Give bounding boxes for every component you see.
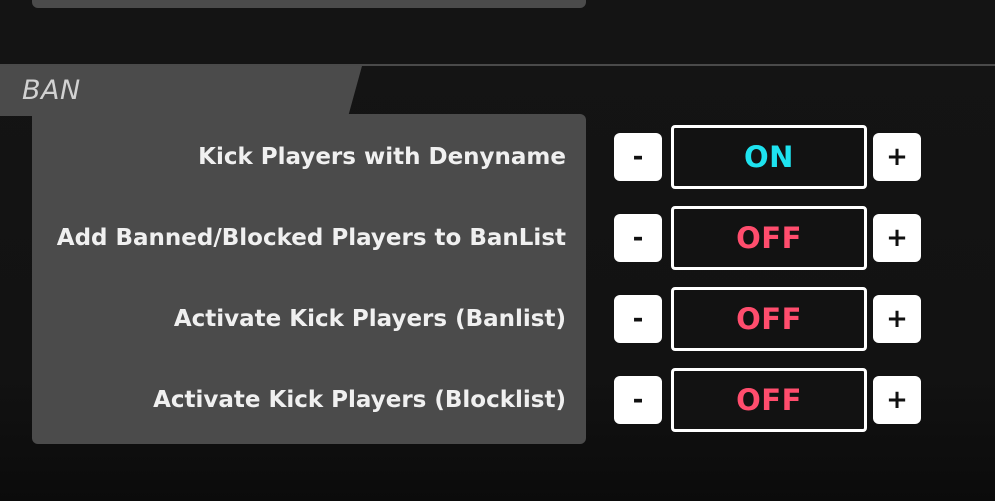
settings-screen: BAN Kick Players with Denyname - ON + Ad… — [0, 0, 995, 501]
setting-value: OFF — [736, 221, 802, 255]
setting-value-box[interactable]: OFF — [671, 287, 867, 351]
section-title: BAN — [22, 75, 81, 106]
setting-label: Activate Kick Players (Banlist) — [173, 306, 566, 332]
plus-icon: + — [886, 385, 908, 415]
setting-row-kick-banlist: Activate Kick Players (Banlist) - OFF + — [0, 287, 995, 351]
decrement-button[interactable]: - — [614, 376, 662, 424]
setting-value-box[interactable]: OFF — [671, 206, 867, 270]
plus-icon: + — [886, 223, 908, 253]
increment-button[interactable]: + — [873, 295, 921, 343]
decrement-button[interactable]: - — [614, 295, 662, 343]
setting-label: Add Banned/Blocked Players to BanList — [56, 225, 566, 251]
minus-icon: - — [632, 304, 644, 334]
plus-icon: + — [886, 304, 908, 334]
minus-icon: - — [632, 142, 644, 172]
previous-section-panel — [32, 0, 586, 8]
setting-value-box[interactable]: ON — [671, 125, 867, 189]
section-divider — [0, 64, 995, 66]
setting-value: ON — [744, 140, 794, 174]
decrement-button[interactable]: - — [614, 133, 662, 181]
plus-icon: + — [886, 142, 908, 172]
increment-button[interactable]: + — [873, 376, 921, 424]
setting-value: OFF — [736, 302, 802, 336]
setting-row-kick-denyname: Kick Players with Denyname - ON + — [0, 125, 995, 189]
increment-button[interactable]: + — [873, 214, 921, 262]
setting-row-kick-blocklist: Activate Kick Players (Blocklist) - OFF … — [0, 368, 995, 432]
setting-value-box[interactable]: OFF — [671, 368, 867, 432]
setting-label: Activate Kick Players (Blocklist) — [153, 387, 566, 413]
decrement-button[interactable]: - — [614, 214, 662, 262]
minus-icon: - — [632, 385, 644, 415]
minus-icon: - — [632, 223, 644, 253]
increment-button[interactable]: + — [873, 133, 921, 181]
setting-value: OFF — [736, 383, 802, 417]
setting-row-add-to-banlist: Add Banned/Blocked Players to BanList - … — [0, 206, 995, 270]
setting-label: Kick Players with Denyname — [198, 144, 566, 170]
